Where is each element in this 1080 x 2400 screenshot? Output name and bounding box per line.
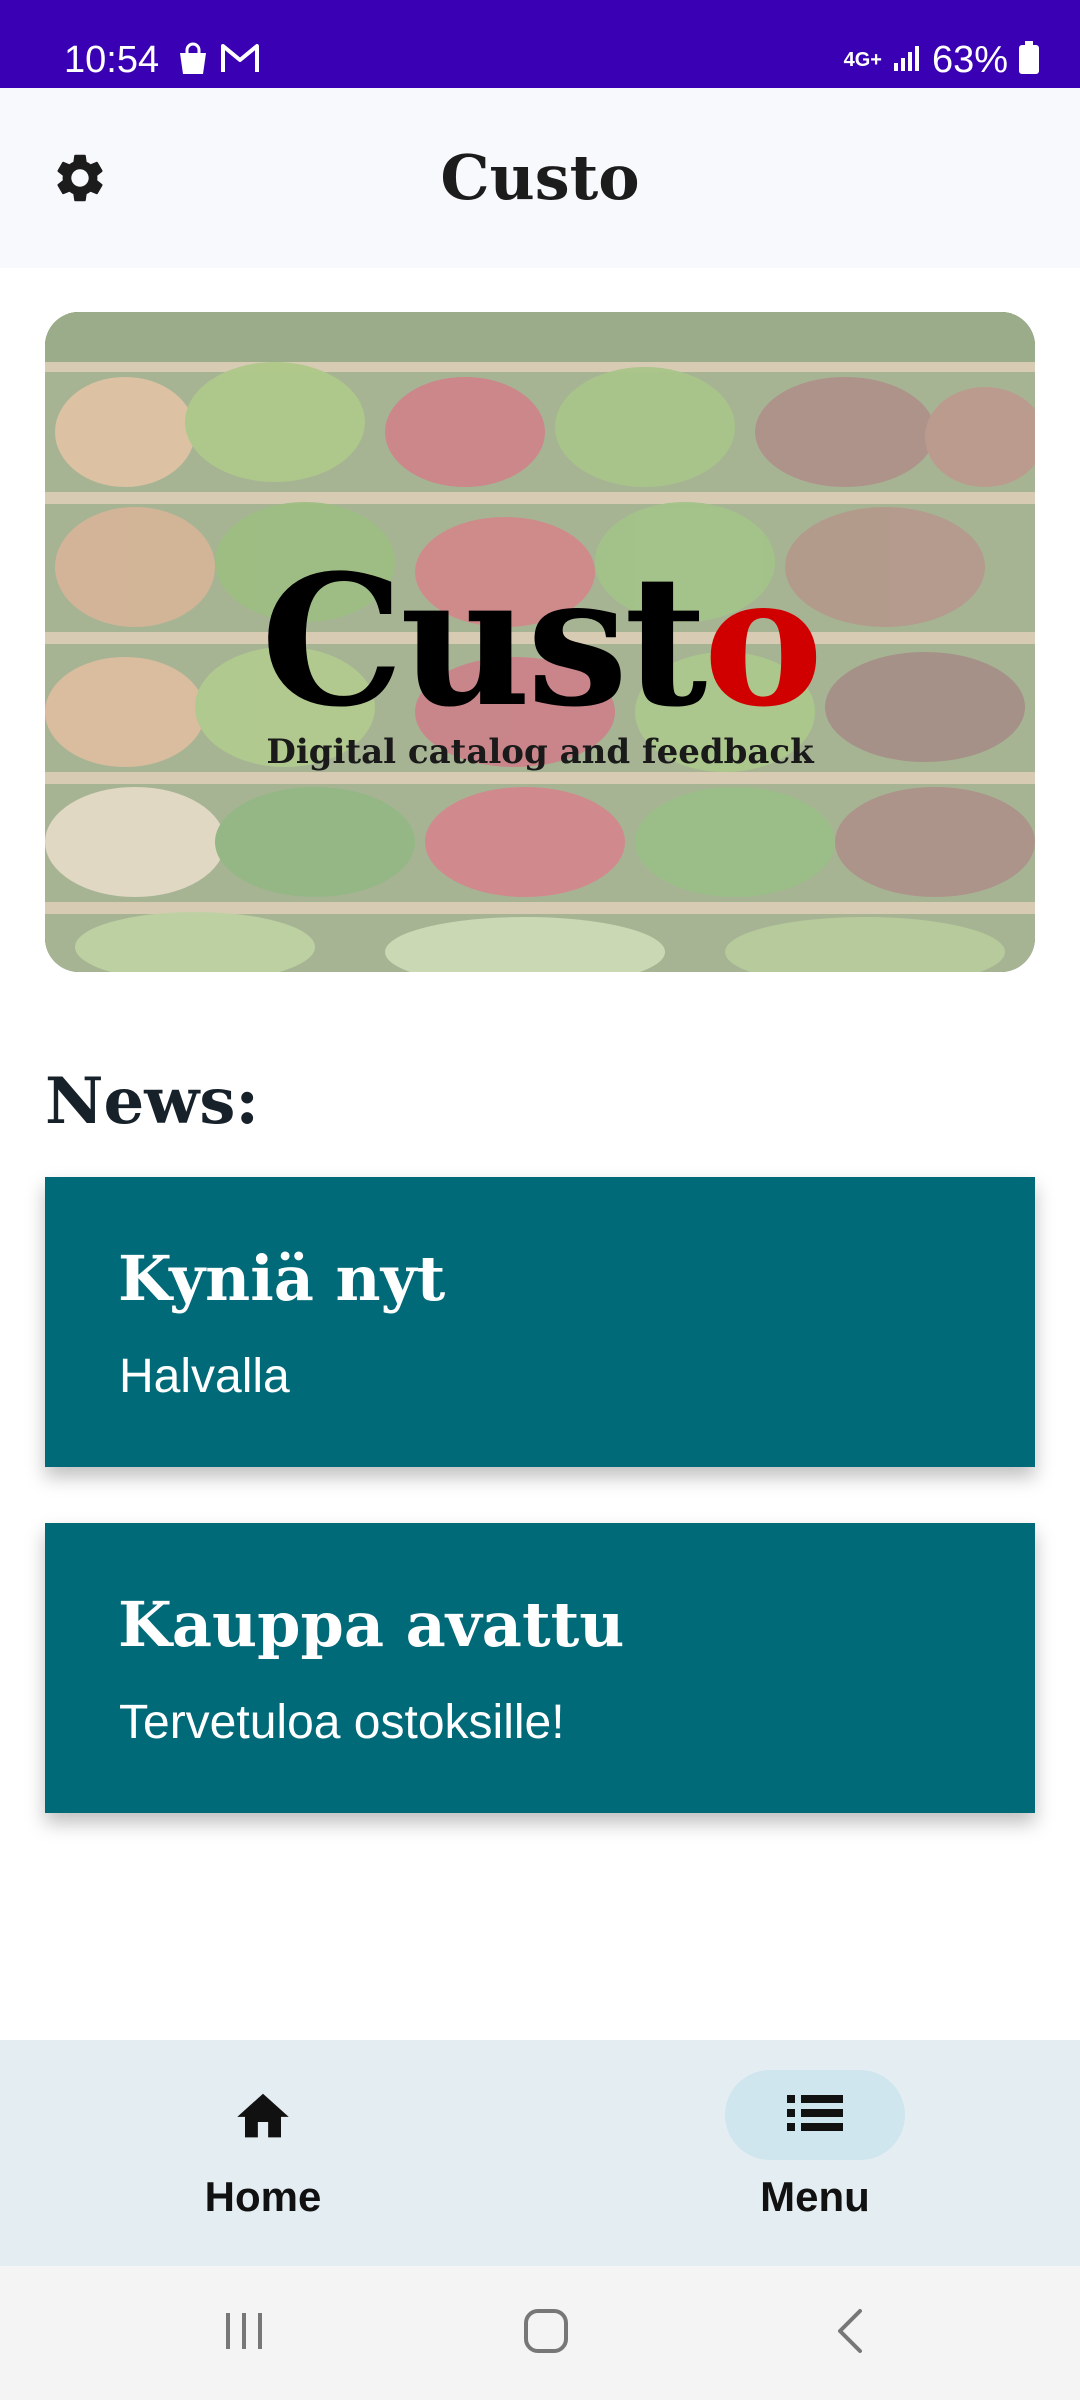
system-home-button[interactable] [486,2288,606,2378]
news-card-title: Kauppa avattu [118,1588,625,1661]
network-type-icon: 4G+ [843,49,882,71]
status-bar: 10:54 4G+ 63% [0,0,1080,88]
home-icon [232,2086,294,2145]
logo-accent-letter: o [703,536,823,747]
back-button[interactable] [790,2288,910,2378]
news-heading: News: [45,1064,259,1139]
system-navigation-bar [0,2266,1080,2400]
nav-item-menu[interactable]: Menu [695,2070,935,2240]
logo-tagline: Digital catalog and feedback [266,732,814,772]
news-card-body: Halvalla [119,1350,290,1403]
shopping-bag-icon [176,42,210,81]
status-right-group: 4G+ 63% [844,36,1040,84]
app-title: Custo [440,141,640,214]
gmail-icon [220,42,260,79]
logo-main-text: Cust [260,536,708,747]
news-card[interactable]: Kyniä nyt Halvalla [45,1177,1035,1467]
home-circle-icon [522,2307,570,2360]
battery-percent: 63% [931,39,1008,81]
nav-label-menu: Menu [760,2173,870,2220]
bottom-navigation: Home Menu [0,2040,1080,2266]
nav-item-home[interactable]: Home [143,2070,383,2240]
nav-indicator-active [725,2070,905,2160]
recents-icon [222,2309,266,2358]
news-card-body: Tervetuloa ostoksille! [119,1696,565,1749]
nav-label-home: Home [204,2173,322,2220]
custo-logo: Custo [45,552,1035,732]
app-screen: 10:54 4G+ 63% Custo Custo Digital catalo… [0,0,1080,2400]
back-icon [830,2307,870,2360]
recents-button[interactable] [184,2288,304,2378]
signal-icon [892,43,922,78]
list-icon [787,2093,843,2138]
news-card[interactable]: Kauppa avattu Tervetuloa ostoksille! [45,1523,1035,1813]
top-app-bar: Custo [0,88,1080,268]
battery-icon [1018,40,1040,80]
news-card-title: Kyniä nyt [118,1242,446,1315]
nav-indicator [173,2070,353,2160]
status-time: 10:54 [64,39,160,81]
hero-banner: Custo Digital catalog and feedback [45,312,1035,972]
